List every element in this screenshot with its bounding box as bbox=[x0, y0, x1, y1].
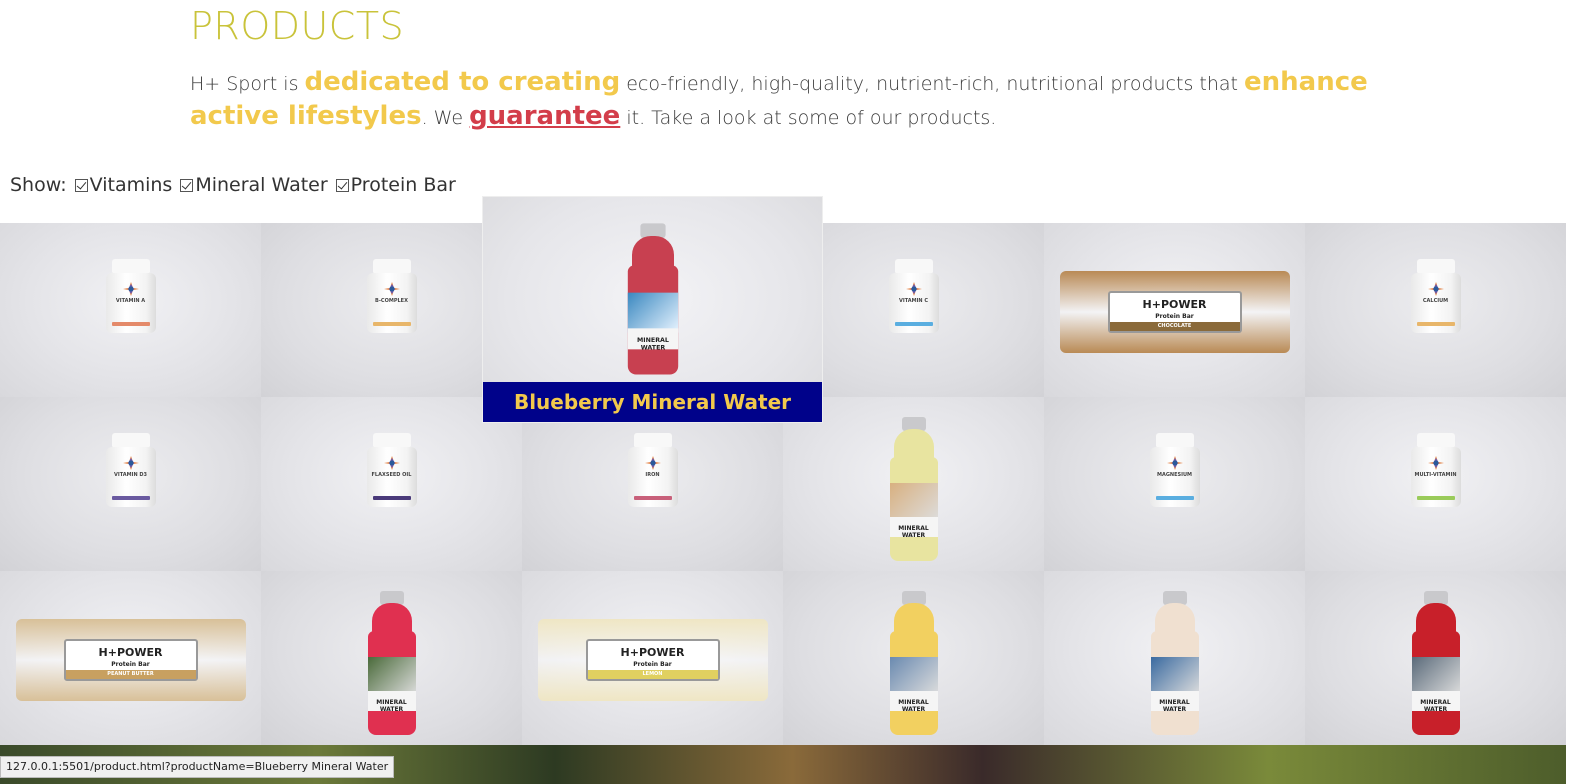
filter-protein-bar[interactable]: Protein Bar bbox=[335, 174, 456, 196]
product-tile[interactable]: H+POWER Protein Bar PEANUT BUTTER bbox=[0, 571, 261, 745]
vitamin-bottle-image: VITAMIN C bbox=[888, 259, 939, 333]
brand-logo-icon bbox=[122, 455, 139, 470]
vitamin-bottle-image: CALCIUM bbox=[1410, 259, 1461, 333]
product-tile[interactable]: MULTI-VITAMIN bbox=[1305, 397, 1566, 571]
product-tile[interactable]: VITAMIN A bbox=[0, 223, 261, 397]
checkbox-checked-icon[interactable] bbox=[74, 178, 88, 192]
vitamin-bottle-image: MAGNESIUM bbox=[1149, 433, 1200, 507]
product-tile[interactable]: MAGNESIUM bbox=[1044, 397, 1305, 571]
product-tile[interactable]: MINERAL WATER bbox=[783, 571, 1044, 745]
product-tile[interactable]: VITAMIN C bbox=[783, 223, 1044, 397]
vitamin-bottle-image: MULTI-VITAMIN bbox=[1410, 433, 1461, 507]
protein-bar-image: H+POWER Protein Bar PEANUT BUTTER bbox=[15, 619, 246, 701]
bottle-label: MINERAL WATER bbox=[889, 517, 938, 539]
vitamin-bottle-image: VITAMIN D3 bbox=[105, 433, 156, 507]
filter-bar: Show: Vitamins Mineral Water Protein Bar bbox=[10, 174, 456, 196]
water-bottle-image: MINERAL WATER bbox=[366, 591, 418, 737]
filter-mineral-water[interactable]: Mineral Water bbox=[180, 174, 328, 196]
bottle-label: VITAMIN C bbox=[898, 298, 929, 304]
vitamin-bottle-image: VITAMIN A bbox=[105, 259, 156, 333]
product-tile[interactable]: FLAXSEED OIL bbox=[261, 397, 522, 571]
vitamin-bottle-image: B-COMPLEX bbox=[366, 259, 417, 333]
bar-brand: H+POWER bbox=[1142, 298, 1207, 311]
product-tile[interactable]: MINERAL WATER bbox=[783, 397, 1044, 571]
product-tile[interactable]: VITAMIN D3 bbox=[0, 397, 261, 571]
water-bottle-image: MINERAL WATER bbox=[1149, 591, 1201, 737]
bottle-label: MULTI-VITAMIN bbox=[1414, 472, 1457, 478]
product-tile[interactable]: H+POWER Protein Bar LEMON bbox=[522, 571, 783, 745]
filter-label-mineral-water: Mineral Water bbox=[195, 174, 328, 196]
status-bar-url: 127.0.0.1:5501/product.html?productName=… bbox=[0, 756, 395, 778]
brand-logo-icon bbox=[1427, 281, 1444, 296]
water-bottle-image: MINERAL WATER bbox=[888, 591, 940, 737]
bottle-label: MINERAL WATER bbox=[1411, 691, 1460, 713]
bottle-label: FLAXSEED OIL bbox=[371, 472, 412, 478]
bottle-label: MINERAL WATER bbox=[1150, 691, 1199, 713]
bottle-label: IRON bbox=[645, 472, 660, 478]
brand-logo-icon bbox=[383, 455, 400, 470]
brand-logo-icon bbox=[1427, 455, 1444, 470]
bottle-label: MINERAL WATER bbox=[889, 691, 938, 713]
bottle-label: MINERAL WATER bbox=[367, 691, 416, 713]
brand-logo-icon bbox=[122, 281, 139, 296]
filter-label-protein-bar: Protein Bar bbox=[350, 174, 456, 196]
vitamin-bottle-image: IRON bbox=[627, 433, 678, 507]
brand-logo-icon bbox=[1166, 455, 1183, 470]
filter-vitamins[interactable]: Vitamins bbox=[74, 174, 173, 196]
bar-brand: H+POWER bbox=[98, 646, 163, 659]
bottle-label: MINERAL WATER bbox=[627, 328, 678, 351]
intro-text: H+ Sport is dedicated to creating eco-fr… bbox=[190, 66, 1390, 134]
water-bottle-image: MINERAL WATER bbox=[1410, 591, 1462, 737]
protein-bar-image: H+POWER Protein Bar CHOCOLATE bbox=[1059, 271, 1290, 353]
bottle-label: VITAMIN D3 bbox=[113, 472, 147, 478]
bottle-label: CALCIUM bbox=[1422, 298, 1449, 304]
bottle-label: VITAMIN A bbox=[115, 298, 146, 304]
checkbox-checked-icon[interactable] bbox=[335, 178, 349, 192]
product-caption[interactable]: Blueberry Mineral Water bbox=[483, 382, 822, 422]
scrollbar[interactable] bbox=[1566, 0, 1585, 784]
intro-part: eco-friendly, high-quality, nutrient-ric… bbox=[620, 73, 1245, 95]
filter-label-vitamins: Vitamins bbox=[89, 174, 173, 196]
bottle-label: B-COMPLEX bbox=[375, 298, 408, 304]
filter-label: Show: bbox=[10, 174, 67, 196]
product-tile[interactable]: MINERAL WATER bbox=[1305, 571, 1566, 745]
brand-logo-icon bbox=[905, 281, 922, 296]
water-bottle-image: MINERAL WATER bbox=[888, 417, 940, 563]
intro-part: H+ Sport is bbox=[190, 73, 305, 95]
product-tile[interactable]: CALCIUM bbox=[1305, 223, 1566, 397]
intro-part: it. Take a look at some of our products. bbox=[620, 107, 997, 129]
water-bottle-image: MINERAL WATER bbox=[625, 223, 680, 376]
vitamin-bottle-image: FLAXSEED OIL bbox=[366, 433, 417, 507]
product-hover-card[interactable]: MINERAL WATER Blueberry Mineral Water bbox=[483, 197, 822, 422]
product-tile[interactable]: IRON bbox=[522, 397, 783, 571]
bottle-label: MAGNESIUM bbox=[1156, 472, 1193, 478]
page-title: PRODUCTS bbox=[190, 4, 405, 48]
checkbox-checked-icon[interactable] bbox=[180, 178, 194, 192]
bar-brand: H+POWER bbox=[620, 646, 685, 659]
bar-flavor: PEANUT BUTTER bbox=[65, 670, 196, 679]
guarantee-link[interactable]: guarantee bbox=[469, 101, 620, 131]
product-tile[interactable]: H+POWER Protein Bar CHOCOLATE bbox=[1044, 223, 1305, 397]
product-tile[interactable]: MINERAL WATER bbox=[261, 571, 522, 745]
intro-part: . We bbox=[421, 107, 470, 129]
bar-flavor: LEMON bbox=[587, 670, 718, 679]
brand-logo-icon bbox=[383, 281, 400, 296]
brand-logo-icon bbox=[644, 455, 661, 470]
product-tile[interactable]: MINERAL WATER bbox=[1044, 571, 1305, 745]
intro-highlight: dedicated to creating bbox=[304, 67, 621, 97]
protein-bar-image: H+POWER Protein Bar LEMON bbox=[537, 619, 768, 701]
bar-flavor: CHOCOLATE bbox=[1109, 322, 1240, 331]
